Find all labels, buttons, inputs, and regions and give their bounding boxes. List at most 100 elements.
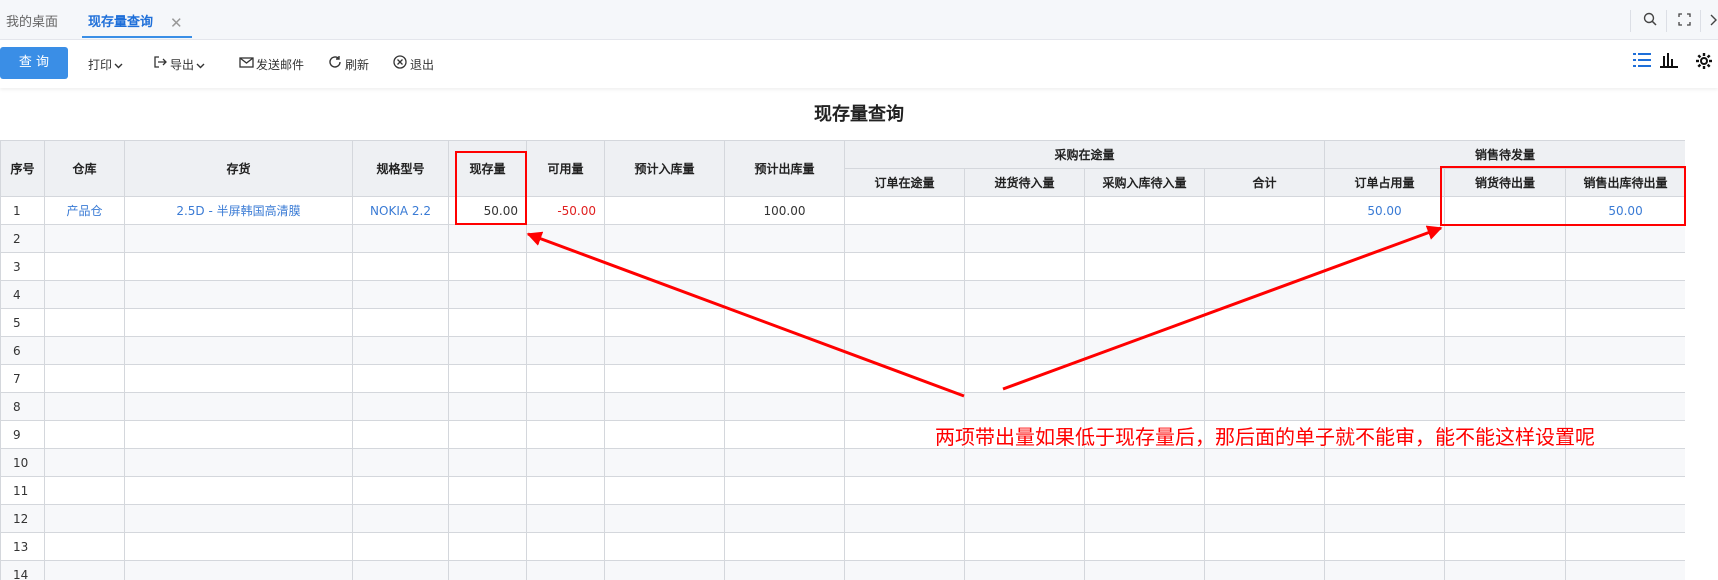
cell-warehouse[interactable] bbox=[44, 252, 125, 281]
cell-available[interactable] bbox=[526, 336, 605, 365]
cell-order-occupied[interactable] bbox=[1324, 392, 1446, 421]
cell-order-in-transit[interactable] bbox=[844, 308, 965, 337]
table-row[interactable]: 10 bbox=[0, 448, 1685, 477]
cell-onhand[interactable] bbox=[448, 392, 527, 421]
cell-warehouse[interactable] bbox=[44, 532, 125, 561]
cell-order-in-transit[interactable] bbox=[844, 280, 965, 309]
print-button[interactable]: 打印 bbox=[88, 55, 123, 75]
cell-order-occupied[interactable] bbox=[1324, 308, 1446, 337]
cell-sales-out-pending[interactable] bbox=[1565, 392, 1685, 421]
cell-seq[interactable]: 14 bbox=[0, 560, 45, 580]
cell-expected-in[interactable] bbox=[604, 196, 725, 225]
cell-expected-out[interactable] bbox=[724, 560, 845, 580]
cell-spec[interactable] bbox=[352, 420, 449, 449]
cell-pending-in[interactable] bbox=[964, 392, 1085, 421]
cell-total[interactable] bbox=[1203, 448, 1326, 477]
cell-warehouse[interactable] bbox=[44, 392, 125, 421]
header-spec[interactable]: 规格型号 bbox=[352, 140, 449, 197]
cell-expected-out[interactable] bbox=[724, 392, 845, 421]
cell-available[interactable] bbox=[526, 280, 605, 309]
cell-pending-in[interactable] bbox=[964, 252, 1085, 281]
cell-order-occupied[interactable] bbox=[1324, 504, 1446, 533]
cell-onhand[interactable] bbox=[448, 504, 527, 533]
cell-sales-pending-out[interactable] bbox=[1444, 308, 1567, 337]
cell-inventory[interactable] bbox=[124, 392, 353, 421]
table-row[interactable]: 3 bbox=[0, 252, 1685, 281]
cell-onhand[interactable] bbox=[448, 308, 527, 337]
cell-sales-out-pending[interactable] bbox=[1565, 504, 1685, 533]
header-order-in-transit[interactable]: 订单在途量 bbox=[844, 168, 965, 197]
cell-spec[interactable] bbox=[352, 308, 449, 337]
cell-inventory[interactable] bbox=[124, 252, 353, 281]
cell-expected-out[interactable] bbox=[724, 420, 845, 449]
cell-total[interactable] bbox=[1203, 252, 1326, 281]
header-inventory[interactable]: 存货 bbox=[124, 140, 353, 197]
refresh-button[interactable]: 刷新 bbox=[327, 55, 369, 75]
cell-pending-in[interactable] bbox=[964, 308, 1085, 337]
table-row[interactable]: 2 bbox=[0, 224, 1685, 253]
cell-sales-out-pending[interactable] bbox=[1565, 476, 1685, 505]
cell-seq[interactable]: 1 bbox=[0, 196, 45, 225]
cell-order-in-transit[interactable] bbox=[844, 532, 965, 561]
cell-expected-out[interactable] bbox=[724, 252, 845, 281]
cell-spec[interactable] bbox=[352, 336, 449, 365]
cell-order-in-transit[interactable] bbox=[844, 504, 965, 533]
cell-expected-in[interactable] bbox=[604, 532, 725, 561]
gear-icon[interactable] bbox=[1692, 52, 1716, 74]
cell-order-in-transit[interactable] bbox=[844, 336, 965, 365]
cell-pending-in[interactable] bbox=[964, 476, 1085, 505]
cell-expected-in[interactable] bbox=[604, 420, 725, 449]
cell-expected-in[interactable] bbox=[604, 364, 725, 393]
cell-expected-out[interactable] bbox=[724, 364, 845, 393]
cell-seq[interactable]: 9 bbox=[0, 420, 45, 449]
cell-onhand[interactable] bbox=[448, 280, 527, 309]
cell-inventory[interactable] bbox=[124, 224, 353, 253]
cell-onhand[interactable] bbox=[448, 364, 527, 393]
cell-sales-pending-out[interactable] bbox=[1444, 532, 1567, 561]
cell-expected-out[interactable]: 100.00 bbox=[724, 196, 845, 225]
cell-warehouse[interactable] bbox=[44, 280, 125, 309]
cell-sales-out-pending[interactable] bbox=[1565, 560, 1685, 580]
cell-total[interactable] bbox=[1203, 504, 1326, 533]
cell-onhand[interactable] bbox=[448, 252, 527, 281]
cell-warehouse[interactable] bbox=[44, 448, 125, 477]
cell-inventory[interactable] bbox=[124, 476, 353, 505]
cell-inventory[interactable] bbox=[124, 560, 353, 580]
cell-pending-in[interactable] bbox=[964, 448, 1085, 477]
cell-warehouse[interactable] bbox=[44, 336, 125, 365]
cell-purchase-pending-in[interactable] bbox=[1084, 532, 1205, 561]
cell-seq[interactable]: 2 bbox=[0, 224, 45, 253]
cell-spec[interactable] bbox=[352, 448, 449, 477]
cell-pending-in[interactable] bbox=[964, 280, 1085, 309]
cell-sales-pending-out[interactable] bbox=[1444, 560, 1567, 580]
cell-order-in-transit[interactable] bbox=[844, 476, 965, 505]
cell-expected-out[interactable] bbox=[724, 476, 845, 505]
header-seq[interactable]: 序号 bbox=[0, 140, 45, 197]
cell-total[interactable] bbox=[1203, 336, 1326, 365]
cell-inventory[interactable] bbox=[124, 280, 353, 309]
exit-button[interactable]: 退出 bbox=[392, 55, 434, 75]
cell-purchase-pending-in[interactable] bbox=[1084, 336, 1205, 365]
cell-expected-out[interactable] bbox=[724, 280, 845, 309]
cell-order-occupied[interactable] bbox=[1324, 476, 1446, 505]
cell-warehouse[interactable] bbox=[44, 560, 125, 580]
cell-sales-pending-out[interactable] bbox=[1444, 224, 1567, 253]
cell-seq[interactable]: 11 bbox=[0, 476, 45, 505]
table-row[interactable]: 8 bbox=[0, 392, 1685, 421]
cell-inventory[interactable] bbox=[124, 532, 353, 561]
cell-seq[interactable]: 10 bbox=[0, 448, 45, 477]
cell-total[interactable] bbox=[1203, 308, 1326, 337]
cell-expected-in[interactable] bbox=[604, 560, 725, 580]
cell-order-occupied[interactable] bbox=[1324, 252, 1446, 281]
table-row[interactable]: 5 bbox=[0, 308, 1685, 337]
cell-sales-out-pending[interactable] bbox=[1565, 224, 1685, 253]
cell-warehouse[interactable]: 产品仓 bbox=[44, 196, 125, 225]
cell-inventory[interactable] bbox=[124, 336, 353, 365]
export-button[interactable]: 导出 bbox=[152, 55, 205, 75]
cell-available[interactable] bbox=[526, 560, 605, 580]
cell-warehouse[interactable] bbox=[44, 364, 125, 393]
cell-order-in-transit[interactable] bbox=[844, 196, 965, 225]
header-order-occupied[interactable]: 订单占用量 bbox=[1324, 168, 1446, 197]
cell-seq[interactable]: 5 bbox=[0, 308, 45, 337]
cell-sales-pending-out[interactable] bbox=[1444, 448, 1567, 477]
